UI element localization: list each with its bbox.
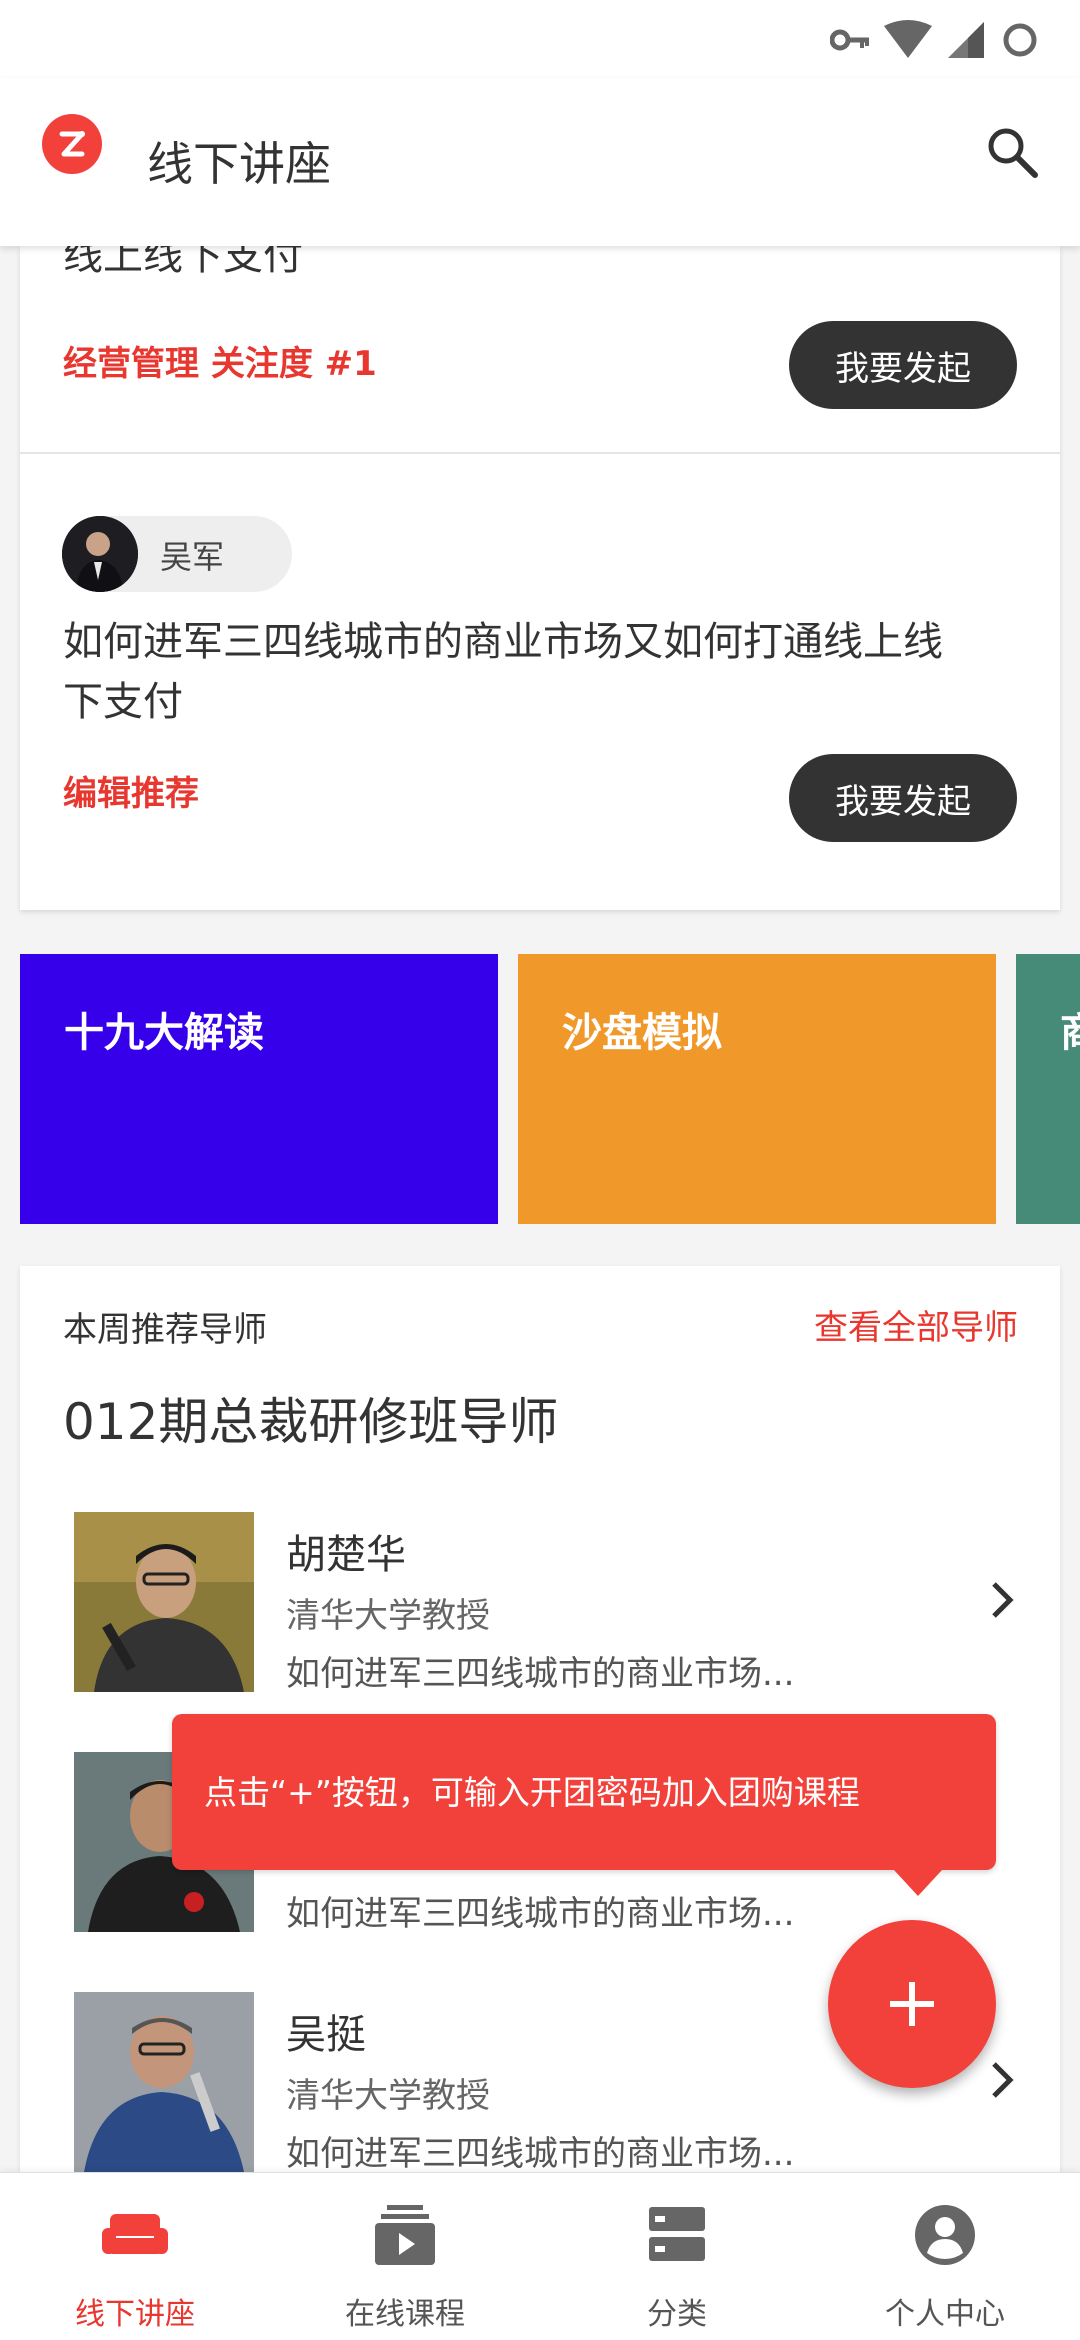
tooltip-text: 点击“+”按钮，可输入开团密码加入团购课程 <box>204 1773 860 1812</box>
app-bar: 线下讲座 <box>0 78 1080 246</box>
plus-icon <box>890 1982 934 2026</box>
mentor-description: 如何进军三四线城市的商业市场... <box>286 1654 795 1694</box>
search-button[interactable] <box>980 120 1044 184</box>
lecture-list-card: 线上线下支付 经营管理 关注度 #1 我要发起 吴军 如何进军三四线城市的商业市… <box>20 233 1060 910</box>
view-all-mentors-link[interactable]: 查看全部导师 <box>814 1300 1018 1349</box>
initiate-button[interactable]: 我要发起 <box>789 754 1017 842</box>
mentor-row[interactable]: 胡楚华 清华大学教授 如何进军三四线城市的商业市场... <box>74 1512 1034 1694</box>
search-icon <box>988 128 1038 178</box>
video-stack-icon <box>370 2203 440 2267</box>
app-logo <box>42 114 102 174</box>
category-tile[interactable]: 沙盘模拟 <box>518 954 996 1224</box>
hint-tooltip: 点击“+”按钮，可输入开团密码加入团购课程 <box>172 1714 996 1896</box>
mentor-name: 胡楚华 <box>286 1532 406 1578</box>
mentor-subtitle: 清华大学教授 <box>286 2076 490 2116</box>
mentor-photo <box>74 1512 254 1692</box>
category-tile[interactable]: 商 <box>1016 954 1080 1224</box>
signal-icon <box>948 22 984 58</box>
post-title[interactable]: 如何进军三四线城市的商业市场又如何打通线上线下支付 <box>63 612 963 732</box>
account-icon <box>910 2203 980 2267</box>
nav-label: 在线课程 <box>345 2297 465 2332</box>
nav-tab-categories[interactable]: 分类 <box>542 2173 812 2340</box>
vpn-key-icon <box>830 29 869 51</box>
post-tag-editor: 编辑推荐 <box>63 774 199 814</box>
mentor-section-title: 012期总裁研修班导师 <box>63 1393 559 1451</box>
author-name: 吴军 <box>160 538 225 576</box>
add-fab-button[interactable] <box>828 1920 996 2088</box>
mentor-photo <box>74 1992 254 2172</box>
nav-tab-profile[interactable]: 个人中心 <box>810 2173 1080 2340</box>
nav-label: 个人中心 <box>885 2297 1005 2332</box>
section-label: 本周推荐导师 <box>63 1310 267 1350</box>
nav-label: 线下讲座 <box>75 2297 195 2332</box>
mentor-name: 吴挺 <box>286 2012 366 2058</box>
category-label: 商 <box>1060 1000 1080 1058</box>
mentor-description: 如何进军三四线城市的商业市场... <box>286 1894 795 1934</box>
chevron-right-icon <box>992 2062 1014 2098</box>
battery-circle-icon <box>1003 23 1037 57</box>
tooltip-arrow <box>894 1870 942 1896</box>
category-label: 沙盘模拟 <box>562 1010 722 1056</box>
category-label: 十九大解读 <box>64 1010 264 1056</box>
wifi-icon <box>884 20 932 58</box>
status-icons <box>830 18 1040 62</box>
initiate-button[interactable]: 我要发起 <box>789 321 1017 409</box>
mentor-description: 如何进军三四线城市的商业市场... <box>286 2134 795 2174</box>
chevron-right-icon <box>992 1582 1014 1618</box>
author-chip[interactable]: 吴军 <box>62 516 292 592</box>
nav-tab-online-courses[interactable]: 在线课程 <box>270 2173 540 2340</box>
nav-tab-offline-lectures[interactable]: 线下讲座 <box>0 2173 270 2340</box>
category-tile[interactable]: 十九大解读 <box>20 954 498 1224</box>
sofa-icon <box>100 2203 170 2267</box>
divider <box>20 452 1060 454</box>
status-bar <box>0 0 1080 78</box>
mentor-subtitle: 清华大学教授 <box>286 1596 490 1636</box>
bottom-navigation: 线下讲座 在线课程 分类 个人中心 <box>0 2172 1080 2340</box>
post-tag: 经营管理 关注度 #1 <box>63 344 377 384</box>
author-avatar <box>62 516 138 592</box>
storage-icon <box>642 2203 712 2267</box>
page-title: 线下讲座 <box>147 137 331 191</box>
nav-label: 分类 <box>647 2297 707 2332</box>
